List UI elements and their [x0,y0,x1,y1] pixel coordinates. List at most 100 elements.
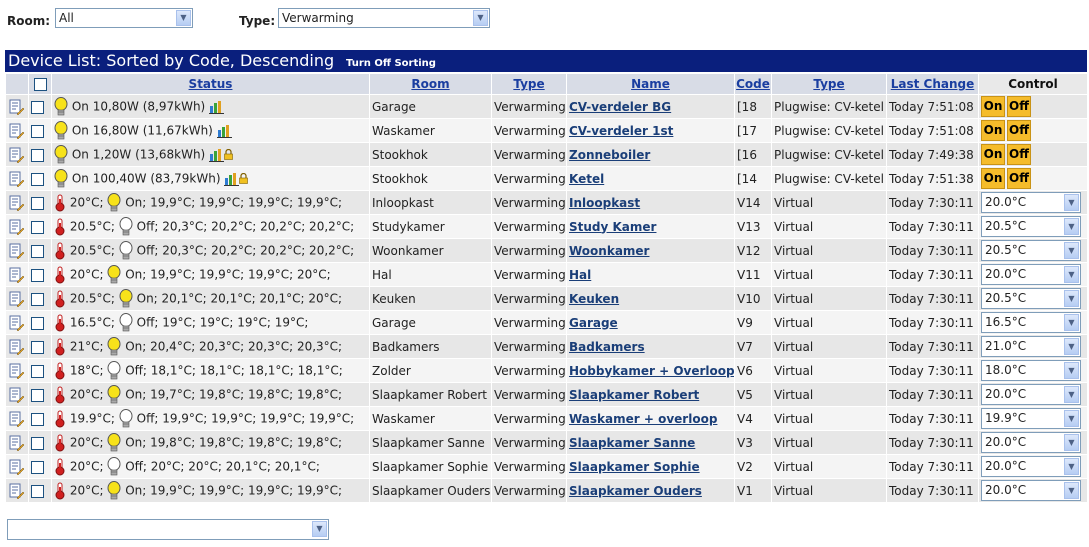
room-cell: Woonkamer [369,238,492,263]
header-status[interactable]: Status [51,73,370,95]
edit-icon[interactable] [8,291,24,307]
table-row: On 100,40W (83,79kWh) Stookhok Verwarmin… [5,166,1088,191]
on-button[interactable]: On [981,168,1005,189]
row-checkbox[interactable] [31,292,44,306]
row-checkbox[interactable] [31,412,44,426]
edit-icon[interactable] [8,123,24,139]
setpoint-select[interactable]: 18.0°C ▼ [981,360,1081,381]
setpoint-select[interactable]: 20.5°C ▼ [981,240,1081,261]
edit-icon[interactable] [8,147,24,163]
row-checkbox[interactable] [31,124,44,138]
name-sort-link[interactable]: Name [631,77,670,91]
setpoint-select[interactable]: 20.5°C ▼ [981,288,1081,309]
off-button[interactable]: Off [1007,144,1031,165]
edit-icon[interactable] [8,435,24,451]
header-type[interactable]: Type [491,73,567,95]
row-checkbox[interactable] [31,388,44,402]
last-change-sort-link[interactable]: Last Change [891,77,975,91]
off-button[interactable]: Off [1007,120,1031,141]
type-sort-link[interactable]: Type [513,77,544,91]
row-checkbox[interactable] [31,244,44,258]
device-name-link[interactable]: Ketel [569,172,604,186]
on-button[interactable]: On [981,144,1005,165]
device-type-sort-link[interactable]: Type [813,77,844,91]
row-checkbox[interactable] [31,460,44,474]
device-name-link[interactable]: Badkamers [569,340,645,354]
type-filter-select[interactable]: Verwarming ▼ [278,8,490,28]
device-name-link[interactable]: Keuken [569,292,619,306]
row-checkbox[interactable] [31,220,44,234]
status-cell: On 10,80W (8,97kWh) [51,94,370,119]
code-sort-link[interactable]: Code [736,77,770,91]
row-checkbox[interactable] [31,268,44,282]
setpoint-select[interactable]: 20.0°C ▼ [981,480,1081,501]
edit-icon[interactable] [8,363,24,379]
device-name-link[interactable]: Study Kamer [569,220,656,234]
row-checkbox[interactable] [31,148,44,162]
setpoint-select[interactable]: 20.0°C ▼ [981,264,1081,285]
setpoint-select[interactable]: 16.5°C ▼ [981,312,1081,333]
edit-icon[interactable] [8,411,24,427]
device-name-link[interactable]: Hal [569,268,591,282]
turn-off-sorting-link[interactable]: Turn Off Sorting [346,58,436,69]
edit-icon[interactable] [8,483,24,499]
row-checkbox[interactable] [31,484,44,498]
device-name-link[interactable]: Hobbykamer + Overloop [569,364,734,378]
setpoint-select[interactable]: 20.0°C ▼ [981,192,1081,213]
setpoint-select[interactable]: 20.0°C ▼ [981,456,1081,477]
row-checkbox[interactable] [31,340,44,354]
edit-icon[interactable] [8,267,24,283]
graph-icon[interactable] [224,172,240,186]
header-code[interactable]: Code [734,73,772,95]
edit-icon[interactable] [8,339,24,355]
graph-icon[interactable] [209,100,225,114]
table-row: 20°C; On; 19,7°C; 19,8°C; 19,8°C; 19,8°C… [5,382,1088,407]
device-name-link[interactable]: Slaapkamer Sanne [569,436,695,450]
off-button[interactable]: Off [1007,168,1031,189]
row-checkbox[interactable] [31,364,44,378]
device-name-link[interactable]: Woonkamer [569,244,649,258]
row-checkbox[interactable] [31,316,44,330]
device-name-link[interactable]: Garage [569,316,618,330]
header-name[interactable]: Name [566,73,735,95]
setpoint-select[interactable]: 20.0°C ▼ [981,384,1081,405]
edit-icon[interactable] [8,195,24,211]
room-filter-select[interactable]: All ▼ [55,8,193,28]
device-name-link[interactable]: Waskamer + overloop [569,412,717,426]
header-device-type[interactable]: Type [771,73,887,95]
setpoint-select[interactable]: 20.5°C ▼ [981,216,1081,237]
device-name-link[interactable]: Slaapkamer Sophie [569,460,700,474]
row-checkbox[interactable] [31,436,44,450]
select-all-checkbox[interactable] [33,78,47,91]
setpoint-select[interactable]: 19.9°C ▼ [981,408,1081,429]
edit-icon[interactable] [8,171,24,187]
edit-icon[interactable] [8,387,24,403]
row-checkbox[interactable] [31,196,44,210]
graph-icon[interactable] [216,124,232,138]
graph-icon[interactable] [209,148,225,162]
device-name-link[interactable]: CV-verdeler BG [569,100,671,114]
edit-icon[interactable] [8,99,24,115]
edit-icon[interactable] [8,459,24,475]
edit-icon[interactable] [8,219,24,235]
header-room[interactable]: Room [369,73,492,95]
device-name-link[interactable]: Zonneboiler [569,148,650,162]
device-name-link[interactable]: Slaapkamer Robert [569,388,699,402]
on-button[interactable]: On [981,96,1005,117]
room-sort-link[interactable]: Room [411,77,449,91]
edit-icon[interactable] [8,315,24,331]
status-sort-link[interactable]: Status [189,77,233,91]
bulk-action-select[interactable]: ▼ [7,519,329,540]
room-cell: Zolder [369,358,492,383]
off-button[interactable]: Off [1007,96,1031,117]
on-button[interactable]: On [981,120,1005,141]
setpoint-select[interactable]: 20.0°C ▼ [981,432,1081,453]
setpoint-select[interactable]: 21.0°C ▼ [981,336,1081,357]
row-checkbox[interactable] [31,100,44,114]
edit-icon[interactable] [8,243,24,259]
device-name-link[interactable]: Inloopkast [569,196,640,210]
device-name-link[interactable]: CV-verdeler 1st [569,124,673,138]
header-last-change[interactable]: Last Change [886,73,979,95]
device-name-link[interactable]: Slaapkamer Ouders [569,484,702,498]
row-checkbox[interactable] [31,172,44,186]
